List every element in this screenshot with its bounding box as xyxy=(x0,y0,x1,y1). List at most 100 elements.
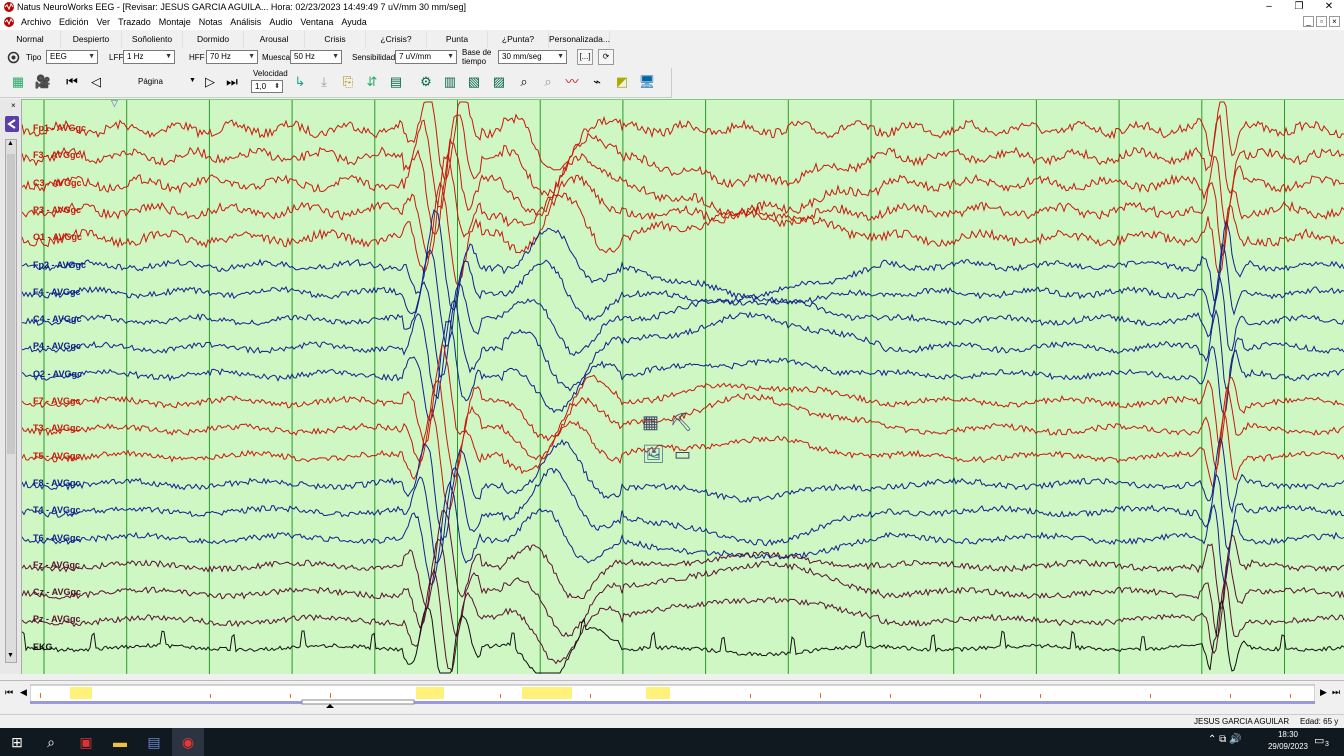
minimize-button[interactable]: – xyxy=(1254,0,1284,14)
channel-label[interactable]: C3 - AVGgc xyxy=(33,178,82,188)
channel-label[interactable]: P3 - AVGgc xyxy=(33,205,81,215)
natus-taskbar-icon[interactable]: ◉ xyxy=(172,728,204,756)
timeline-marker-3[interactable] xyxy=(522,687,572,699)
bracket-button[interactable]: [...] xyxy=(577,49,593,65)
zoom-in-icon[interactable]: ⌕ xyxy=(514,72,534,92)
last-page-icon[interactable]: ⏭ xyxy=(222,72,242,92)
timeline-next-icon[interactable]: ▶ xyxy=(1320,687,1327,698)
scroll-down-icon[interactable]: ▼ xyxy=(7,652,14,659)
clock-date[interactable]: 29/09/2023 xyxy=(1262,742,1314,751)
tray-icons[interactable]: ⌃ ⧉ 🔊 xyxy=(1208,734,1242,745)
lff-select[interactable]: 1 Hz ▼ xyxy=(123,50,175,64)
timeline-track[interactable] xyxy=(30,681,1315,708)
channel-label[interactable]: Fz - AVGgc xyxy=(33,560,80,570)
channel-label[interactable]: T4 - AVGgc xyxy=(33,505,81,515)
muesca-select[interactable]: 50 Hz ▼ xyxy=(290,50,342,64)
film-icon[interactable]: ▭ xyxy=(674,444,691,465)
preset-despierto[interactable]: Despierto xyxy=(61,31,122,48)
refresh-button[interactable]: ⟳ xyxy=(598,49,614,65)
panel-close-icon[interactable]: × xyxy=(11,101,16,110)
note-icon[interactable]: ⎘ xyxy=(338,72,358,92)
next-page-icon[interactable]: ▷ xyxy=(200,72,220,92)
clock-time[interactable]: 18:30 xyxy=(1262,730,1314,739)
grid-icon[interactable]: ▤ xyxy=(386,72,406,92)
hff-select[interactable]: 70 Hz ▼ xyxy=(206,50,258,64)
preset-sonoliento[interactable]: Soñoliento xyxy=(122,31,183,48)
timeline-prev-icon[interactable]: ◀ xyxy=(20,687,27,698)
first-page-icon[interactable]: ⏮ xyxy=(62,72,82,92)
menu-ver[interactable]: Ver xyxy=(93,17,115,27)
timeline-marker-1[interactable] xyxy=(70,687,92,699)
channel-label[interactable]: Fp1 - AVGgc xyxy=(33,123,86,133)
menu-notas[interactable]: Notas xyxy=(195,17,227,27)
montage-icon[interactable]: ▦ xyxy=(8,72,28,92)
previous-page-icon[interactable]: ◁ xyxy=(86,72,106,92)
event-icon[interactable]: ▥ xyxy=(440,72,460,92)
preset-dormido[interactable]: Dormido xyxy=(183,31,244,48)
scroll-up-icon[interactable]: ▲ xyxy=(7,140,14,147)
photic-icon[interactable]: ⚙ xyxy=(416,72,436,92)
image-icon[interactable]: 🖼 xyxy=(642,444,665,465)
velocidad-input[interactable]: 1,0 ⬍ xyxy=(251,80,283,93)
document-icon[interactable] xyxy=(3,16,15,28)
channel-label[interactable]: Fp2 - AVGgc xyxy=(33,260,86,270)
marker-icon[interactable]: ◩ xyxy=(612,72,632,92)
menu-edicion[interactable]: Edición xyxy=(55,17,93,27)
channel-label[interactable]: P4 - AVGgc xyxy=(33,341,81,351)
timeline-thumb[interactable] xyxy=(301,699,415,705)
vertical-scrollbar[interactable]: ▲ ▼ xyxy=(5,139,17,663)
channel-label[interactable]: F7 - AVGgc xyxy=(33,396,81,406)
video-camera-icon[interactable]: 🎥 xyxy=(33,72,53,92)
windows-start-icon[interactable]: ⊞ xyxy=(1,728,33,756)
preset-arousal[interactable]: Arousal xyxy=(244,31,305,48)
tipo-select[interactable]: EEG ▼ xyxy=(46,50,98,64)
channel-label[interactable]: O1 - AVGgc xyxy=(33,232,82,242)
preset-crisis[interactable]: Crisis xyxy=(305,31,366,48)
timeline-bar[interactable]: ⏮ ◀ ▶ ⏭ xyxy=(0,680,1344,708)
spike-icon[interactable]: ⌁ xyxy=(587,72,607,92)
channel-label[interactable]: T6 - AVGgc xyxy=(33,533,81,543)
menu-archivo[interactable]: Archivo xyxy=(17,17,55,27)
preset-personalizada[interactable]: Personalizada... xyxy=(549,31,610,48)
preset-punta[interactable]: Punta xyxy=(427,31,488,48)
timeline-marker-4[interactable] xyxy=(646,687,670,699)
channel-label[interactable]: F3 - AVGgc xyxy=(33,150,81,160)
report-icon[interactable]: ▧ xyxy=(464,72,484,92)
timeline-first-icon[interactable]: ⏮ xyxy=(5,687,13,698)
channel-label[interactable]: Pz - AVGgc xyxy=(33,614,81,624)
timeline-marker-2[interactable] xyxy=(416,687,444,699)
channel-label[interactable]: Cz - AVGgc xyxy=(33,587,81,597)
menu-trazado[interactable]: Trazado xyxy=(114,17,155,27)
channel-label[interactable]: C4 - AVGgc xyxy=(33,314,82,324)
preset-punta-question[interactable]: ¿Punta? xyxy=(488,31,549,48)
trace-select-icon[interactable]: ⇵ xyxy=(362,72,382,92)
monitor-icon[interactable]: 🖥 xyxy=(637,72,657,92)
folder-icon[interactable]: ▬ xyxy=(104,728,136,756)
search-icon[interactable]: ⌕ xyxy=(35,728,67,756)
channel-label[interactable]: O2 - AVGgc xyxy=(33,369,82,379)
settings-n-icon[interactable]: ▨ xyxy=(489,72,509,92)
channel-label[interactable]: F4 - AVGgc xyxy=(33,287,81,297)
base-tiempo-select[interactable]: 30 mm/seg ▼ xyxy=(498,50,567,64)
pagina-dropdown-icon[interactable]: ▼ xyxy=(189,77,196,84)
preset-crisis-question[interactable]: ¿Crisis? xyxy=(366,31,427,48)
restore-button[interactable]: ❐ xyxy=(1284,0,1314,14)
channel-label[interactable]: T3 - AVGgc xyxy=(33,423,81,433)
menu-montaje[interactable]: Montaje xyxy=(155,17,195,27)
stop-icon[interactable]: ⤓ xyxy=(314,72,334,92)
spinner-icon[interactable]: ⬍ xyxy=(274,81,280,93)
menu-ventana[interactable]: Ventana xyxy=(296,17,337,27)
app-icon-1[interactable]: ▣ xyxy=(70,728,102,756)
eeg-trace-area[interactable]: Fp1 - AVGgc F3 - AVGgc C3 - AVGgc P3 - AVGg… xyxy=(22,99,1344,674)
sensibilidad-select[interactable]: 7 uV/mm ▼ xyxy=(395,50,457,64)
channel-label[interactable]: F8 - AVGgc xyxy=(33,478,81,488)
table-icon[interactable]: ▦ xyxy=(642,412,659,433)
channel-label[interactable]: T5 - AVGgc xyxy=(33,451,81,461)
waveform-icon[interactable]: 〰 xyxy=(562,72,582,92)
app-icon-2[interactable]: ▤ xyxy=(138,728,170,756)
menu-ayuda[interactable]: Ayuda xyxy=(337,17,370,27)
floating-media-icons[interactable]: ▦ ⛏ 🖼 ▭ xyxy=(642,412,702,470)
menu-audio[interactable]: Audio xyxy=(265,17,296,27)
cursor-marker-icon[interactable]: ▽ xyxy=(111,100,118,109)
scrollbar-thumb[interactable] xyxy=(7,154,15,454)
